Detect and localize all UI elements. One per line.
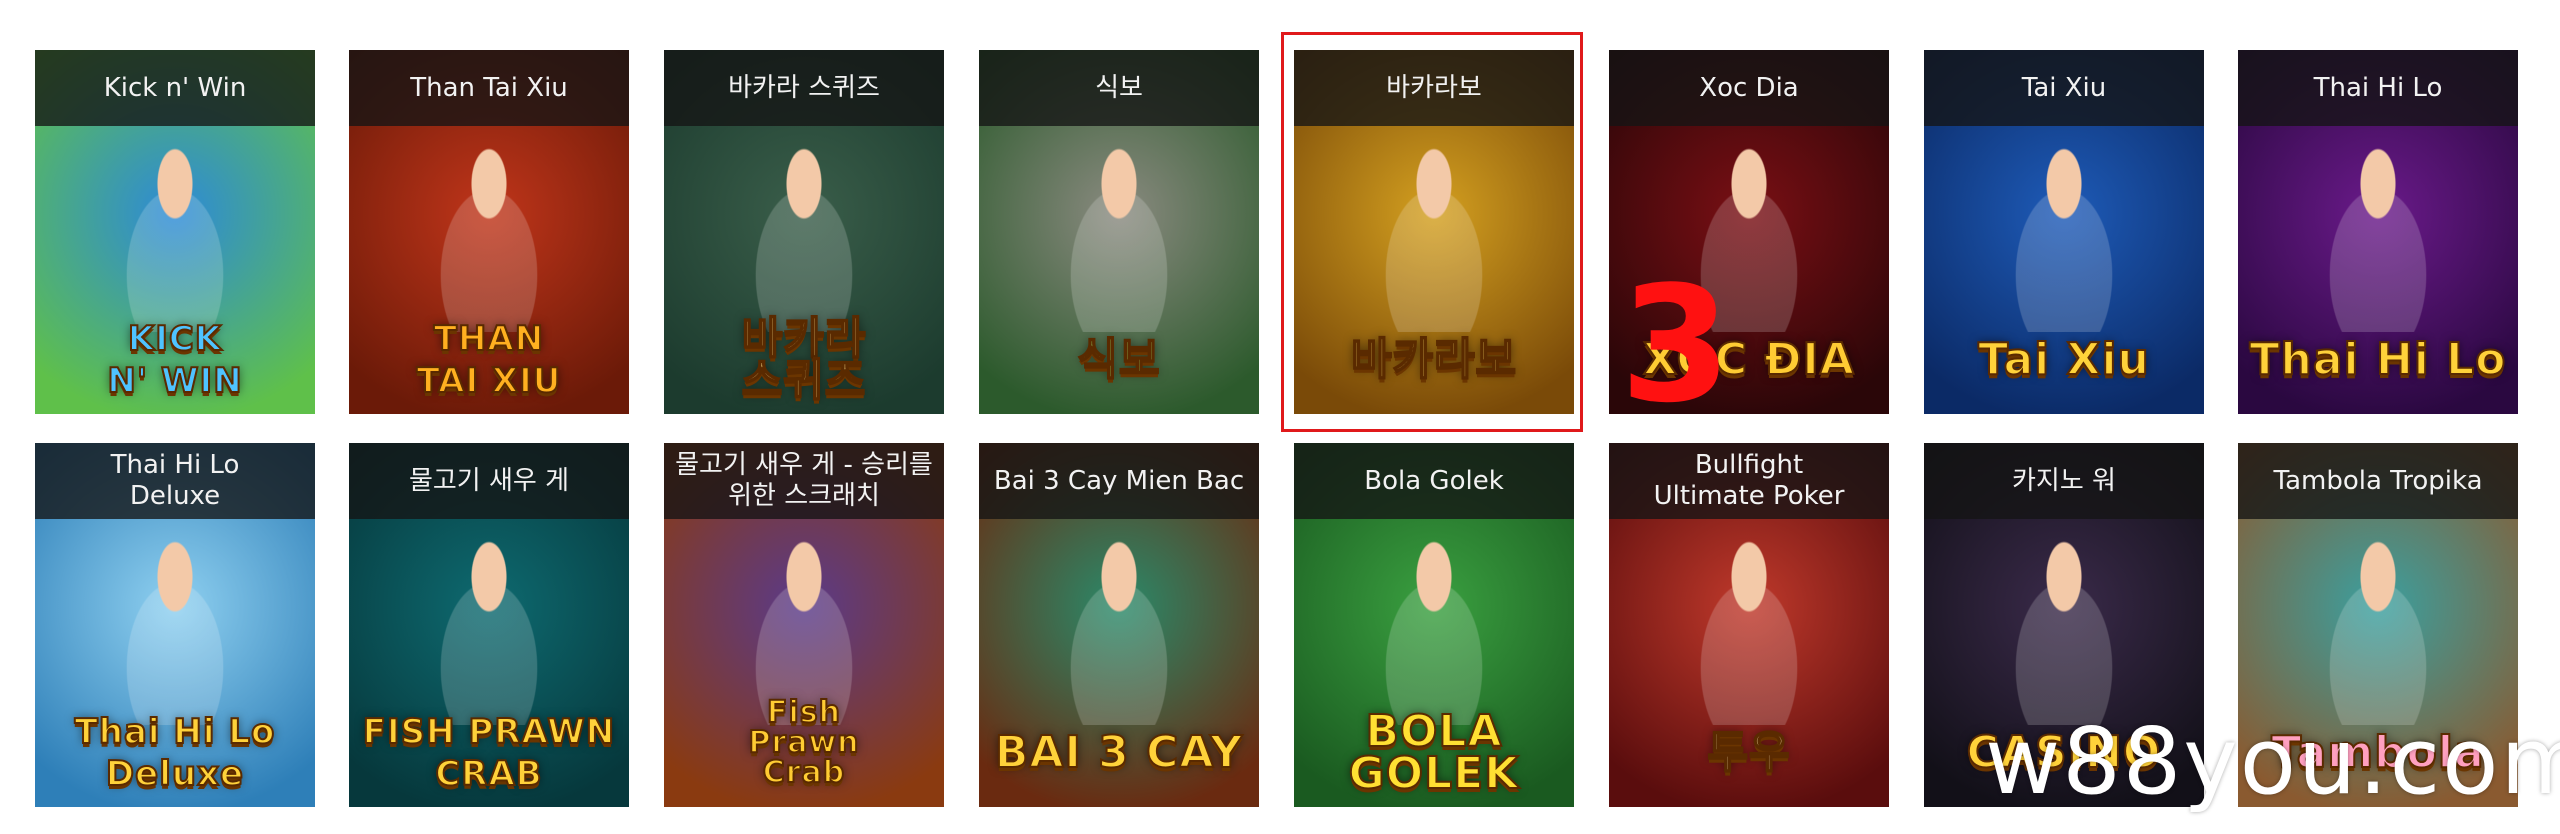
game-tile-baccarat-bo[interactable]: 바카라보 바카라보 xyxy=(1294,50,1574,414)
game-tile-baccarat-squeeze[interactable]: 바카라 스퀴즈 바카라 스퀴즈 xyxy=(664,50,944,414)
game-title-bar: 카지노 워 xyxy=(1924,443,2204,519)
character-figure xyxy=(1359,535,1509,725)
game-logo: Thai Hi Lo xyxy=(2249,334,2507,385)
game-title: Bai 3 Cay Mien Bac xyxy=(993,465,1245,496)
game-title: Thai Hi Lo Deluxe xyxy=(110,450,240,511)
character-figure xyxy=(100,142,250,332)
game-tile-sicbo[interactable]: 식보 식보 xyxy=(979,50,1259,414)
game-title: Bola Golek xyxy=(1364,465,1504,496)
game-title-bar: 물고기 새우 게 - 승리를 위한 스크래치 xyxy=(664,443,944,519)
game-title-bar: Tai Xiu xyxy=(1924,50,2204,126)
character-figure xyxy=(1044,142,1194,332)
game-title: 물고기 새우 게 - 승리를 위한 스크래치 xyxy=(675,450,933,511)
game-title: 바카라보 xyxy=(1386,72,1482,103)
game-tile-bola-golek[interactable]: Bola Golek BOLA GOLEK xyxy=(1294,443,1574,807)
game-logo: KICK N' WIN xyxy=(106,318,243,402)
game-tile-kick-n-win[interactable]: Kick n' Win KICK N' WIN xyxy=(35,50,315,414)
game-logo: Tai Xiu xyxy=(1977,334,2150,385)
game-title: Xoc Dia xyxy=(1699,72,1799,103)
character-figure xyxy=(1989,142,2139,332)
game-tile-bullfight-poker[interactable]: Bullfight Ultimate Poker 투우 xyxy=(1609,443,1889,807)
character-figure xyxy=(414,142,564,332)
game-tile-fish-prawn-crab[interactable]: 물고기 새우 게 FISH PRAWN CRAB xyxy=(349,443,629,807)
game-title-bar: Than Tai Xiu xyxy=(349,50,629,126)
game-title-bar: 식보 xyxy=(979,50,1259,126)
game-title: 카지노 워 xyxy=(2012,465,2116,496)
game-tile-than-tai-xiu[interactable]: Than Tai Xiu THAN TAI XIU xyxy=(349,50,629,414)
game-logo: FISH PRAWN CRAB xyxy=(362,711,616,795)
game-logo: BOLA GOLEK xyxy=(1348,706,1520,799)
game-tile-fish-prawn-crab-scratch[interactable]: 물고기 새우 게 - 승리를 위한 스크래치 Fish Prawn Crab xyxy=(664,443,944,807)
game-title: 바카라 스퀴즈 xyxy=(728,72,880,103)
game-title: Bullfight Ultimate Poker xyxy=(1653,450,1845,511)
game-grid: Kick n' Win KICK N' WIN Than Tai Xiu THA… xyxy=(0,0,2560,834)
character-figure xyxy=(2303,535,2453,725)
game-title-bar: Tambola Tropika xyxy=(2238,443,2518,519)
game-title: Tai Xiu xyxy=(2021,72,2107,103)
game-title-bar: 바카라 스퀴즈 xyxy=(664,50,944,126)
game-title-bar: Bullfight Ultimate Poker xyxy=(1609,443,1889,519)
character-figure xyxy=(414,535,564,725)
game-tile-thai-hi-lo[interactable]: Thai Hi Lo Thai Hi Lo xyxy=(2238,50,2518,414)
game-title-bar: Kick n' Win xyxy=(35,50,315,126)
game-title: Than Tai Xiu xyxy=(410,72,568,103)
game-title-bar: 물고기 새우 게 xyxy=(349,443,629,519)
game-logo: Thai Hi Lo Deluxe xyxy=(74,711,276,795)
game-title: 물고기 새우 게 xyxy=(408,465,570,496)
game-title: 식보 xyxy=(1095,72,1143,103)
game-tile-bai-3-cay[interactable]: Bai 3 Cay Mien Bac BAI 3 CAY xyxy=(979,443,1259,807)
character-figure xyxy=(1674,535,1824,725)
character-figure xyxy=(1989,535,2139,725)
game-title: Tambola Tropika xyxy=(2273,465,2483,496)
game-title: Kick n' Win xyxy=(103,72,247,103)
game-logo: BAI 3 CAY xyxy=(994,727,1244,778)
character-figure xyxy=(1044,535,1194,725)
game-logo: Fish Prawn Crab xyxy=(747,695,860,790)
game-logo: 식보 xyxy=(1077,334,1161,385)
character-figure xyxy=(2303,142,2453,332)
character-figure xyxy=(729,142,879,332)
game-logo: THAN TAI XIU xyxy=(416,318,562,402)
annotation-number-badge: 3 xyxy=(1620,251,1732,438)
game-tile-thai-hi-lo-deluxe[interactable]: Thai Hi Lo Deluxe Thai Hi Lo Deluxe xyxy=(35,443,315,807)
game-title-bar: Bola Golek xyxy=(1294,443,1574,519)
game-title-bar: Bai 3 Cay Mien Bac xyxy=(979,443,1259,519)
character-figure xyxy=(1359,142,1509,332)
site-watermark: w88you.com xyxy=(1985,708,2560,815)
game-title-bar: 바카라보 xyxy=(1294,50,1574,126)
game-tile-tai-xiu[interactable]: Tai Xiu Tai Xiu xyxy=(1924,50,2204,414)
game-logo: 바카라 스퀴즈 xyxy=(741,313,867,406)
game-title-bar: Thai Hi Lo xyxy=(2238,50,2518,126)
game-title-bar: Thai Hi Lo Deluxe xyxy=(35,443,315,519)
game-title: Thai Hi Lo xyxy=(2313,72,2443,103)
game-logo: 투우 xyxy=(1707,727,1791,778)
game-logo: 바카라보 xyxy=(1350,334,1517,385)
character-figure xyxy=(100,535,250,725)
game-title-bar: Xoc Dia xyxy=(1609,50,1889,126)
